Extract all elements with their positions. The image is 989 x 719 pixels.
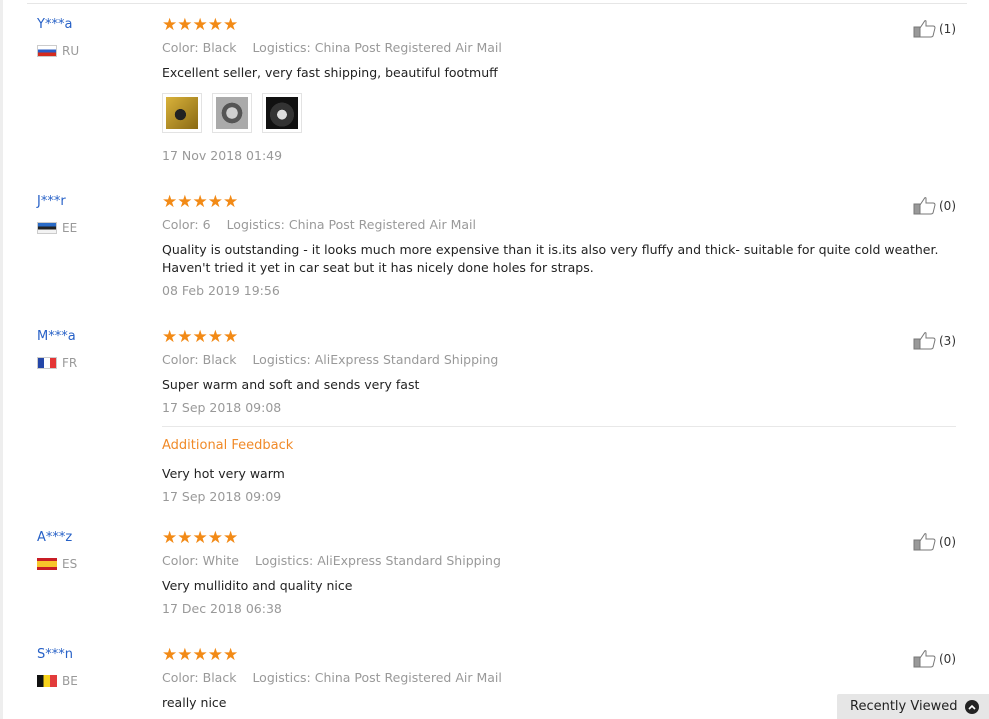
review-meta: Color: Black Logistics: China Post Regis…	[162, 670, 502, 685]
additional-divider	[162, 426, 956, 427]
review-text: Super warm and soft and sends very fast	[162, 377, 420, 392]
flag-ru-icon	[37, 45, 57, 57]
star-rating: ★★★★★	[162, 15, 239, 35]
helpful-count: (3)	[939, 333, 956, 348]
chevron-up-circle-icon	[965, 699, 980, 714]
logistics-value: China Post Registered Air Mail	[314, 670, 502, 685]
review-photo[interactable]	[262, 93, 302, 133]
country-code: EE	[62, 221, 78, 235]
logistics-label: Logistics:	[226, 217, 285, 232]
reviewer-country: BE	[37, 674, 78, 688]
review-meta: Color: 6 Logistics: China Post Registere…	[162, 217, 476, 232]
color-value: Black	[202, 670, 237, 685]
star-rating: ★★★★★	[162, 645, 239, 665]
logistics-value: China Post Registered Air Mail	[288, 217, 476, 232]
review-photos	[162, 93, 302, 133]
thumbs-up-icon	[913, 20, 936, 38]
country-code: RU	[62, 44, 80, 58]
logistics-value: AliExpress Standard Shipping	[317, 553, 501, 568]
helpful-count: (1)	[939, 21, 956, 36]
helpful-count: (0)	[939, 534, 956, 549]
review-date: 08 Feb 2019 19:56	[162, 283, 280, 298]
helpful-button[interactable]: (0)	[913, 196, 956, 215]
helpful-button[interactable]: (3)	[913, 331, 956, 350]
reviewer-country: RU	[37, 44, 79, 58]
flag-fr-icon	[37, 357, 57, 369]
helpful-count: (0)	[939, 198, 956, 213]
logistics-label: Logistics:	[254, 553, 314, 568]
review-date: 17 Sep 2018 09:08	[162, 400, 282, 415]
reviewer-name[interactable]: J***r	[37, 194, 66, 209]
thumbs-up-icon	[913, 650, 936, 668]
additional-feedback-text: Very hot very warm	[162, 466, 285, 481]
recently-viewed-label: Recently Viewed	[850, 699, 958, 714]
review-date: 17 Dec 2018 06:38	[162, 601, 282, 616]
reviewer-name[interactable]: A***z	[37, 530, 72, 545]
logistics-label: Logistics:	[252, 352, 311, 367]
helpful-button[interactable]: (1)	[913, 19, 956, 38]
flag-be-icon	[37, 675, 57, 687]
reviewer-country: EE	[37, 221, 77, 235]
color-value: Black	[202, 40, 237, 55]
flag-es-icon	[37, 558, 57, 570]
recently-viewed-tab[interactable]: Recently Viewed	[837, 694, 989, 719]
helpful-button[interactable]: (0)	[913, 649, 956, 668]
country-code: ES	[62, 557, 78, 571]
thumbs-up-icon	[913, 197, 936, 215]
review-text: Quality is outstanding - it looks much m…	[162, 242, 939, 275]
color-label: Color:	[162, 217, 199, 232]
reviewer-country: FR	[37, 356, 77, 370]
review-text: Very mullidito and quality nice	[162, 578, 353, 593]
review-date: 17 Nov 2018 01:49	[162, 148, 283, 163]
color-label: Color:	[162, 352, 199, 367]
color-label: Color:	[162, 553, 199, 568]
reviewer-name[interactable]: Y***a	[37, 17, 72, 32]
logistics-value: China Post Registered Air Mail	[314, 40, 502, 55]
review-meta: Color: Black Logistics: AliExpress Stand…	[162, 352, 498, 367]
reviewer-country: ES	[37, 557, 77, 571]
logistics-label: Logistics:	[252, 40, 311, 55]
country-code: FR	[62, 356, 78, 370]
reviewer-name[interactable]: M***a	[37, 329, 76, 344]
logistics-label: Logistics:	[252, 670, 311, 685]
review-photo[interactable]	[162, 93, 202, 133]
thumbs-up-icon	[913, 332, 936, 350]
review-text: Excellent seller, very fast shipping, be…	[162, 65, 498, 80]
color-label: Color:	[162, 670, 199, 685]
color-value: White	[202, 553, 239, 568]
color-value: 6	[202, 217, 211, 232]
logistics-value: AliExpress Standard Shipping	[314, 352, 499, 367]
review-photo[interactable]	[212, 93, 252, 133]
helpful-button[interactable]: (0)	[913, 532, 956, 551]
star-rating: ★★★★★	[162, 327, 239, 347]
color-value: Black	[202, 352, 237, 367]
page-left-border	[0, 0, 3, 719]
flag-ee-icon	[37, 222, 57, 234]
country-code: BE	[62, 674, 78, 688]
star-rating: ★★★★★	[162, 192, 239, 212]
additional-feedback-heading: Additional Feedback	[162, 438, 294, 453]
star-rating: ★★★★★	[162, 528, 239, 548]
thumbs-up-icon	[913, 533, 936, 551]
additional-feedback-date: 17 Sep 2018 09:09	[162, 489, 282, 504]
reviewer-name[interactable]: S***n	[37, 647, 73, 662]
helpful-count: (0)	[939, 651, 956, 666]
top-divider	[27, 3, 967, 4]
color-label: Color:	[162, 40, 199, 55]
review-meta: Color: White Logistics: AliExpress Stand…	[162, 553, 501, 568]
review-meta: Color: Black Logistics: China Post Regis…	[162, 40, 502, 55]
